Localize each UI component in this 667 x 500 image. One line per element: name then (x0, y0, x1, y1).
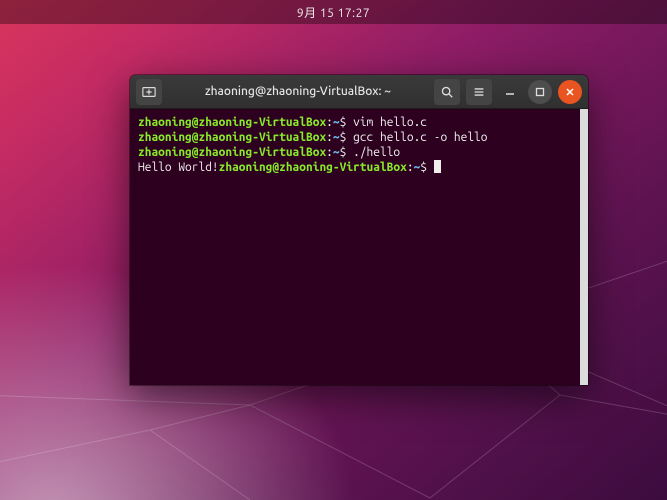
command-text: vim hello.c (353, 116, 427, 129)
new-tab-button[interactable] (136, 79, 162, 105)
terminal-cursor (434, 160, 441, 173)
terminal-body[interactable]: zhaoning@zhaoning-VirtualBox:~$ vim hell… (130, 109, 580, 385)
window-titlebar[interactable]: zhaoning@zhaoning-VirtualBox: ~ (130, 75, 588, 109)
close-button[interactable] (558, 80, 582, 104)
close-icon (565, 87, 575, 97)
prompt-path: ~ (333, 146, 340, 159)
prompt-path: ~ (333, 116, 340, 129)
window-title: zhaoning@zhaoning-VirtualBox: ~ (168, 85, 428, 98)
command-text: gcc hello.c -o hello (353, 131, 487, 144)
prompt-sep: : (326, 131, 333, 144)
prompt-user: zhaoning@zhaoning-VirtualBox (219, 161, 407, 174)
prompt-user: zhaoning@zhaoning-VirtualBox (138, 146, 326, 159)
topbar-clock: 9月 15 17:27 (297, 4, 370, 21)
menu-button[interactable] (466, 79, 492, 105)
new-tab-icon (142, 85, 156, 99)
maximize-button[interactable] (528, 80, 552, 104)
prompt-path: ~ (333, 131, 340, 144)
prompt-sym: $ (340, 131, 353, 144)
minimize-button[interactable] (498, 80, 522, 104)
program-output: Hello World! (138, 161, 219, 174)
prompt-sep: : (326, 146, 333, 159)
prompt-user: zhaoning@zhaoning-VirtualBox (138, 131, 326, 144)
terminal-scrollbar[interactable] (580, 109, 588, 385)
prompt-sym: $ (340, 116, 353, 129)
terminal-window: zhaoning@zhaoning-VirtualBox: ~ zhaoning… (130, 75, 588, 385)
search-icon (440, 85, 454, 99)
maximize-icon (535, 87, 545, 97)
prompt-sym: $ (420, 161, 433, 174)
minimize-icon (505, 87, 515, 97)
gnome-top-bar: 9月 15 17:27 (0, 0, 667, 24)
prompt-sep: : (407, 161, 414, 174)
command-text: ./hello (353, 146, 400, 159)
prompt-sep: : (326, 116, 333, 129)
prompt-user: zhaoning@zhaoning-VirtualBox (138, 116, 326, 129)
prompt-sym: $ (340, 146, 353, 159)
search-button[interactable] (434, 79, 460, 105)
hamburger-icon (472, 85, 486, 99)
